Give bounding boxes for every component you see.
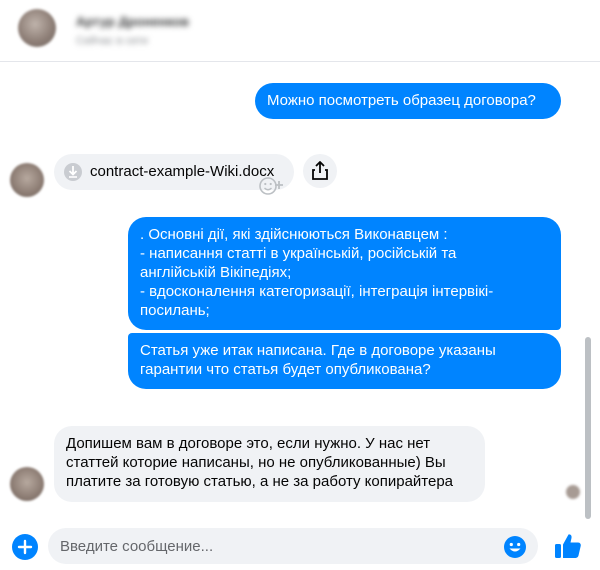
incoming-message[interactable]: Допишем вам в договоре это, если нужно. … [54, 426, 485, 502]
add-reaction-icon[interactable] [258, 175, 288, 197]
message-input-field[interactable] [48, 528, 538, 564]
thumbs-up-icon[interactable] [553, 531, 583, 561]
message-line: гарантии что статья будет опубликована? [140, 361, 431, 378]
contact-avatar[interactable] [18, 9, 56, 47]
sender-avatar[interactable] [10, 467, 44, 501]
message-text: Можно посмотреть образец договора? [267, 92, 536, 109]
outgoing-message[interactable]: Статья уже итак написана. Где в договоре… [128, 333, 561, 389]
outgoing-message[interactable]: . Основні дії, які здійснюються Виконавц… [128, 217, 561, 330]
seen-indicator-avatar [566, 485, 580, 499]
message-composer [0, 522, 600, 570]
message-list: Можно посмотреть образец договора? contr… [0, 62, 600, 522]
message-line: - вдосконалення категоризації, інтеграці… [140, 283, 494, 300]
message-input[interactable] [60, 536, 490, 556]
scrollbar-thumb[interactable] [585, 337, 591, 519]
message-line: посилань; [140, 302, 210, 319]
message-line: - написання статті в українській, російс… [140, 245, 457, 262]
message-line: платите за готовую статью, а не за работ… [66, 473, 454, 490]
contact-name[interactable]: Артур Дроненков [76, 14, 189, 29]
sender-avatar[interactable] [10, 163, 44, 197]
outgoing-message[interactable]: Можно посмотреть образец договора? [255, 83, 561, 119]
download-icon [64, 163, 82, 181]
message-line: Допишем вам в договоре это, если нужно. … [66, 435, 431, 452]
message-line: Статья уже итак написана. Где в договоре… [140, 342, 496, 359]
message-line: англійській Вікіпедіях; [140, 264, 292, 281]
conversation-header: Артур Дроненков Сейчас в сети [0, 0, 600, 62]
share-button[interactable] [303, 154, 337, 188]
attachment-filename[interactable]: contract-example-Wiki.docx [90, 163, 274, 180]
emoji-icon[interactable] [503, 535, 527, 559]
plus-button[interactable] [12, 534, 38, 560]
contact-status: Сейчас в сети [76, 35, 148, 47]
message-line: . Основні дії, які здійснюються Виконавц… [140, 226, 448, 243]
message-line: статтей которие написаны, но не опублико… [66, 454, 446, 471]
